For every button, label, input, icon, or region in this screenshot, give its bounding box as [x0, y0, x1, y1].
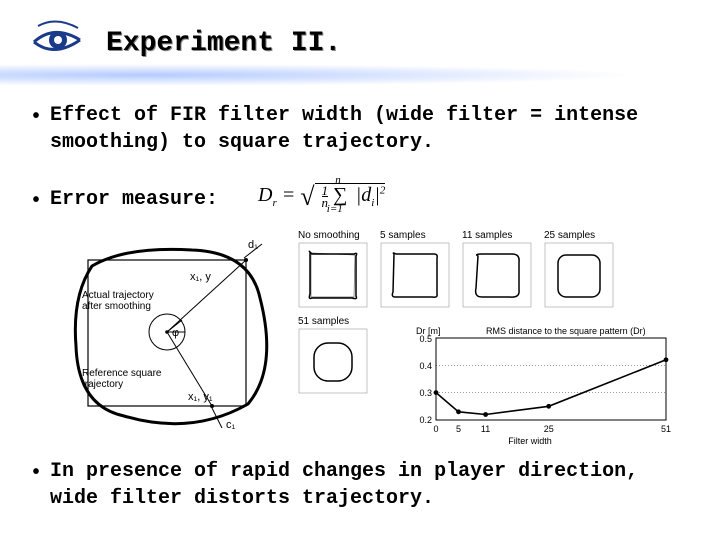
svg-text:0.3: 0.3	[419, 388, 432, 398]
thumb-5-samples: 5 samples	[380, 230, 450, 313]
bullet-dot-icon: •	[30, 104, 42, 131]
svg-text:25: 25	[544, 424, 554, 434]
label-xy-top: x₁, y	[190, 271, 211, 283]
thumb-51-samples: 51 samples	[298, 316, 368, 399]
label-d1: d₁	[248, 239, 258, 251]
chart-xlabel: Filter width	[508, 436, 552, 446]
bullet-3-text: In presence of rapid changes in player d…	[50, 460, 638, 510]
graphics-area: d₁ x₁, y Actual trajectory after smoothi…	[52, 236, 684, 436]
bullet-1: • Effect of FIR filter width (wide filte…	[50, 102, 684, 156]
eye-logo-icon	[28, 18, 88, 60]
svg-text:0.4: 0.4	[419, 361, 432, 371]
rms-chart: Dr [m] RMS distance to the square patter…	[390, 326, 680, 446]
label-actual: Actual trajectory after smoothing	[82, 290, 156, 312]
bullet-dot-icon: •	[30, 188, 42, 215]
svg-text:0: 0	[433, 424, 438, 434]
bullet-1-text: Effect of FIR filter width (wide filter …	[50, 104, 638, 154]
svg-text:11: 11	[481, 424, 490, 434]
title-glow	[0, 62, 720, 88]
error-formula: Dr = √ 1 n ∑ni=1 |di|2	[258, 178, 385, 209]
svg-text:5: 5	[456, 424, 461, 434]
svg-text:0.5: 0.5	[419, 334, 432, 344]
svg-text:0.2: 0.2	[419, 415, 432, 425]
svg-text:51: 51	[661, 424, 671, 434]
thumb-11-samples: 11 samples	[462, 230, 532, 313]
slide-title: Experiment II.	[106, 28, 341, 59]
thumb-no-smoothing: No smoothing	[298, 230, 368, 313]
bullet-3: • In presence of rapid changes in player…	[50, 458, 684, 512]
chart-title: RMS distance to the square pattern (Dr)	[486, 326, 646, 336]
label-phi: φ	[172, 327, 179, 339]
label-c1: c₁	[226, 419, 236, 431]
thumb-25-samples: 25 samples	[544, 230, 614, 313]
trajectory-diagram: d₁ x₁, y Actual trajectory after smoothi…	[52, 236, 282, 432]
bullet-2-text: Error measure:	[50, 188, 218, 211]
bullet-dot-icon: •	[30, 460, 42, 487]
label-xy-bot: x₁, y₁	[188, 391, 213, 403]
